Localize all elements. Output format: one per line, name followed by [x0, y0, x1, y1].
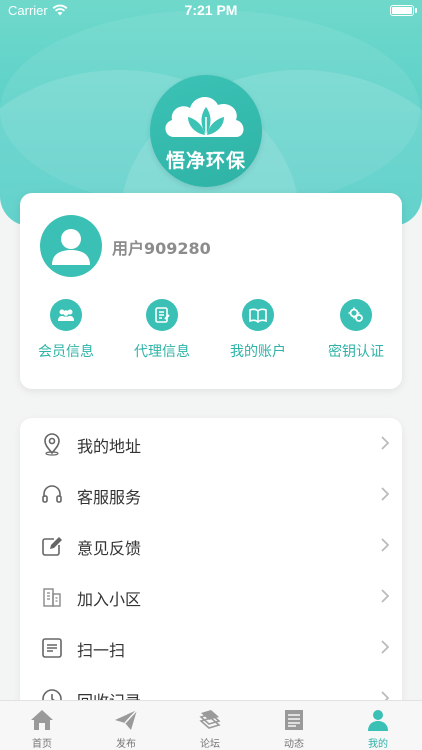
send-icon — [115, 709, 138, 730]
menu-item-address[interactable]: 我的地址 — [20, 418, 402, 469]
quick-action-key-auth[interactable]: 密钥认证 — [316, 299, 396, 361]
menu-item-feedback[interactable]: 意见反馈 — [20, 520, 402, 571]
tab-label: 我的 — [368, 739, 388, 750]
app-logo: 悟净环保 — [150, 75, 262, 187]
scan-icon — [42, 638, 62, 658]
username: 用户909280 — [112, 239, 211, 258]
logo-text: 悟净环保 — [165, 150, 246, 172]
building-icon — [43, 588, 61, 607]
status-time: 7:21 PM — [184, 2, 238, 18]
account-book-icon — [242, 299, 274, 331]
menu-item-label: 扫一扫 — [77, 641, 126, 660]
key-gear-icon — [340, 299, 372, 331]
location-pin-icon — [44, 433, 60, 456]
quick-action-label: 会员信息 — [38, 344, 94, 360]
chevron-right-icon — [381, 487, 390, 501]
forum-icon — [199, 710, 221, 729]
tab-forum[interactable]: 论坛 — [168, 701, 252, 750]
chevron-right-icon — [381, 436, 390, 450]
menu-item-label: 意见反馈 — [77, 539, 142, 558]
profile-icon — [368, 710, 388, 731]
tab-label: 动态 — [284, 739, 304, 750]
avatar[interactable] — [40, 215, 102, 277]
profile-card: 用户909280 会员信息 代理信息 我的账户 密钥认证 — [20, 193, 402, 389]
quick-action-label: 我的账户 — [230, 344, 286, 360]
tab-publish[interactable]: 发布 — [84, 701, 168, 750]
tab-label: 发布 — [116, 739, 136, 750]
quick-action-members[interactable]: 会员信息 — [26, 299, 106, 361]
menu-list: 我的地址 客服服务 意见反馈 加入小区 扫一扫 — [20, 418, 402, 738]
quick-action-account[interactable]: 我的账户 — [218, 299, 298, 361]
menu-item-scan[interactable]: 扫一扫 — [20, 622, 402, 673]
quick-action-label: 密钥认证 — [328, 344, 384, 360]
menu-item-label: 加入小区 — [77, 590, 142, 609]
tab-label: 首页 — [32, 739, 52, 750]
headset-icon — [42, 485, 62, 503]
agent-icon — [146, 299, 178, 331]
chevron-right-icon — [381, 538, 390, 552]
menu-item-label: 我的地址 — [77, 437, 142, 456]
menu-item-label: 客服服务 — [77, 488, 142, 507]
tab-home[interactable]: 首页 — [0, 701, 84, 750]
battery-icon — [390, 5, 417, 16]
edit-icon — [42, 537, 62, 556]
home-icon — [31, 710, 53, 730]
menu-item-join-community[interactable]: 加入小区 — [20, 571, 402, 622]
menu-item-customer-service[interactable]: 客服服务 — [20, 469, 402, 520]
members-icon — [50, 299, 82, 331]
quick-action-agent[interactable]: 代理信息 — [122, 299, 202, 361]
chevron-right-icon — [381, 640, 390, 654]
tab-news[interactable]: 动态 — [252, 701, 336, 750]
chevron-right-icon — [381, 589, 390, 603]
status-bar: Carrier 7:21 PM — [0, 0, 422, 22]
tab-label: 论坛 — [200, 739, 220, 750]
user-avatar-icon — [52, 229, 90, 265]
tab-mine[interactable]: 我的 — [336, 701, 420, 750]
tab-bar: 首页 发布 论坛 动态 我的 — [0, 700, 422, 750]
quick-action-label: 代理信息 — [134, 344, 190, 360]
news-icon — [285, 710, 303, 730]
